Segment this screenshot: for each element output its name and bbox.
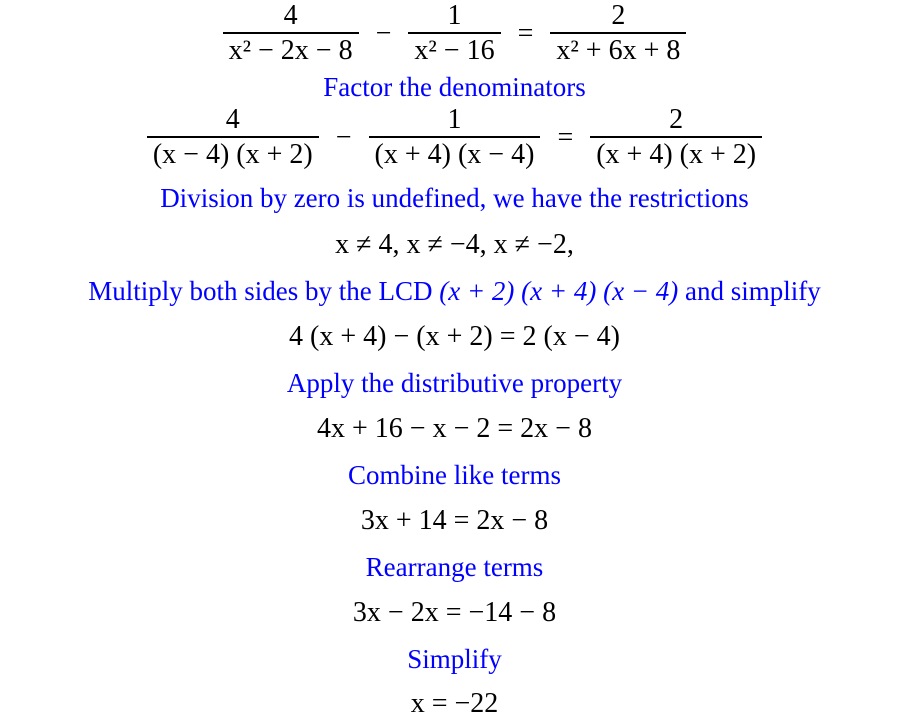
minus-operator: − bbox=[335, 122, 352, 153]
fraction-2: 1 x² − 16 bbox=[408, 0, 501, 68]
equation-cleared: 4 (x + 4) − (x + 2) = 2 (x − 4) bbox=[289, 321, 620, 352]
equation-original: 4 x² − 2x − 8 − 1 x² − 16 = 2 x² + 6x + … bbox=[0, 0, 909, 68]
equation-rearranged: 3x − 2x = −14 − 8 bbox=[352, 597, 557, 628]
step-note-distribute: Apply the distributive property bbox=[286, 368, 623, 398]
note-suffix: and simplify bbox=[685, 276, 821, 306]
numerator: 4 bbox=[225, 104, 240, 135]
denominator: (x + 4) (x − 4) bbox=[374, 139, 535, 170]
denominator: (x − 4) (x + 2) bbox=[152, 139, 313, 170]
minus-operator: − bbox=[375, 18, 392, 49]
denominator: x² − 2x − 8 bbox=[228, 35, 353, 66]
fraction-2: 1 (x + 4) (x − 4) bbox=[368, 104, 541, 172]
step-note-rearrange: Rearrange terms bbox=[365, 552, 544, 582]
equation-factored: 4 (x − 4) (x + 2) − 1 (x + 4) (x − 4) = … bbox=[0, 104, 909, 172]
numerator: 1 bbox=[447, 0, 462, 31]
fraction-1: 4 x² − 2x − 8 bbox=[222, 0, 359, 68]
denominator: x² + 6x + 8 bbox=[556, 35, 681, 66]
step-note-restrictions: Division by zero is undefined, we have t… bbox=[160, 183, 749, 213]
step-note-factor: Factor the denominators bbox=[323, 72, 586, 102]
fraction-1: 4 (x − 4) (x + 2) bbox=[146, 104, 319, 172]
step-note-simplify: Simplify bbox=[407, 644, 502, 674]
step-note-multiply-lcd: Multiply both sides by the LCD (x + 2) (… bbox=[0, 275, 909, 307]
numerator: 1 bbox=[447, 104, 462, 135]
equation-restrictions: x ≠ 4, x ≠ −4, x ≠ −2, bbox=[335, 229, 574, 260]
numerator: 4 bbox=[283, 0, 298, 31]
equation-distributed: 4x + 16 − x − 2 = 2x − 8 bbox=[317, 413, 592, 444]
fraction-3: 2 (x + 4) (x + 2) bbox=[590, 104, 763, 172]
lcd-expression: (x + 2) (x + 4) (x − 4) bbox=[439, 276, 679, 306]
note-prefix: Multiply both sides by the LCD bbox=[88, 276, 433, 306]
denominator: (x + 4) (x + 2) bbox=[596, 139, 757, 170]
denominator: x² − 16 bbox=[414, 35, 495, 66]
equation-combined: 3x + 14 = 2x − 8 bbox=[360, 505, 549, 536]
numerator: 2 bbox=[669, 104, 684, 135]
equation-solution: x = −22 bbox=[410, 688, 499, 719]
equals-operator: = bbox=[517, 18, 534, 49]
step-note-combine: Combine like terms bbox=[348, 460, 561, 490]
numerator: 2 bbox=[611, 0, 626, 31]
equals-operator: = bbox=[557, 122, 574, 153]
fraction-3: 2 x² + 6x + 8 bbox=[550, 0, 687, 68]
